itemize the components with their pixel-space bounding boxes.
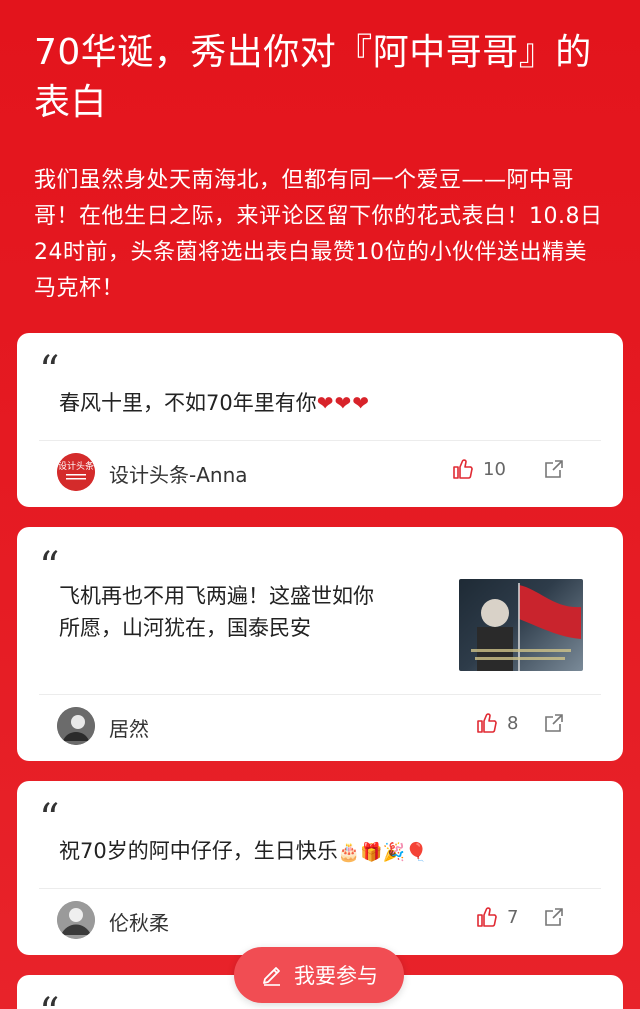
avatar[interactable]	[57, 707, 95, 745]
avatar-logo-text: 设计头条	[58, 460, 94, 472]
quote-mark: “	[39, 993, 59, 1009]
heart-emojis: ❤❤❤	[316, 391, 371, 415]
comment-footer: 设计头条 设计头条-Anna 10	[17, 441, 623, 505]
like-icon	[477, 713, 497, 733]
like-count: 10	[483, 458, 506, 480]
quote-mark: “	[39, 348, 60, 394]
quote-mark: “	[39, 544, 60, 590]
share-icon[interactable]	[542, 711, 566, 735]
user-avatar-icon	[57, 707, 95, 745]
portrait-image	[471, 583, 581, 671]
like-button[interactable]: 8	[475, 711, 518, 735]
avatar[interactable]: 设计头条	[57, 453, 95, 491]
pencil-icon	[263, 967, 280, 986]
comment-photo[interactable]	[459, 579, 583, 671]
share-icon[interactable]	[542, 457, 566, 481]
like-button[interactable]: 7	[475, 905, 518, 929]
comment-text: 春风十里，不如70年里有你❤❤❤	[59, 387, 579, 419]
celebration-emojis: 🎂🎁🎉🎈	[337, 842, 428, 863]
quote-mark: “	[39, 796, 60, 842]
comment-text: 祝70岁的阿中仔仔，生日快乐🎂🎁🎉🎈	[59, 835, 579, 869]
author-name[interactable]: 伦秋柔	[109, 907, 169, 936]
like-count: 7	[507, 906, 519, 928]
comment-text-body: 祝70岁的阿中仔仔，生日快乐	[59, 839, 338, 863]
design-headline-logo-icon: 设计头条	[57, 453, 95, 491]
author-name[interactable]: 居然	[109, 713, 149, 742]
comment-footer: 伦秋柔 7	[17, 889, 623, 953]
comment-footer: 居然 8	[17, 695, 623, 759]
comment-card: “ 祝70岁的阿中仔仔，生日快乐🎂🎁🎉🎈 伦秋柔 7	[17, 781, 623, 955]
comment-text: 飞机再也不用飞两遍！这盛世如你所愿，山河犹在，国泰民安	[59, 584, 374, 640]
user-avatar-icon	[57, 901, 95, 939]
like-count: 8	[507, 712, 519, 734]
like-icon	[453, 459, 473, 479]
comment-card: “ 春风十里，不如70年里有你❤❤❤ 设计头条 设计头条-Anna 10	[17, 333, 623, 507]
share-icon[interactable]	[542, 905, 566, 929]
like-icon	[477, 907, 497, 927]
author-name[interactable]: 设计头条-Anna	[109, 459, 248, 488]
page-title: 70华诞，秀出你对『阿中哥哥』的表白	[34, 32, 592, 123]
campaign-intro: 我们虽然身处天南海北，但都有同一个爱豆——阿中哥哥！在他生日之际，来评论区留下你…	[34, 168, 603, 301]
comment-card: “ 飞机再也不用飞两遍！这盛世如你所愿，山河犹在，国泰民安 居然 8	[17, 527, 623, 761]
avatar[interactable]	[57, 901, 95, 939]
like-button[interactable]: 10	[451, 457, 506, 481]
comment-text-body: 春风十里，不如70年里有你	[59, 391, 317, 415]
participate-button[interactable]: 我要参与	[234, 947, 404, 1003]
participate-label: 我要参与	[294, 964, 378, 988]
